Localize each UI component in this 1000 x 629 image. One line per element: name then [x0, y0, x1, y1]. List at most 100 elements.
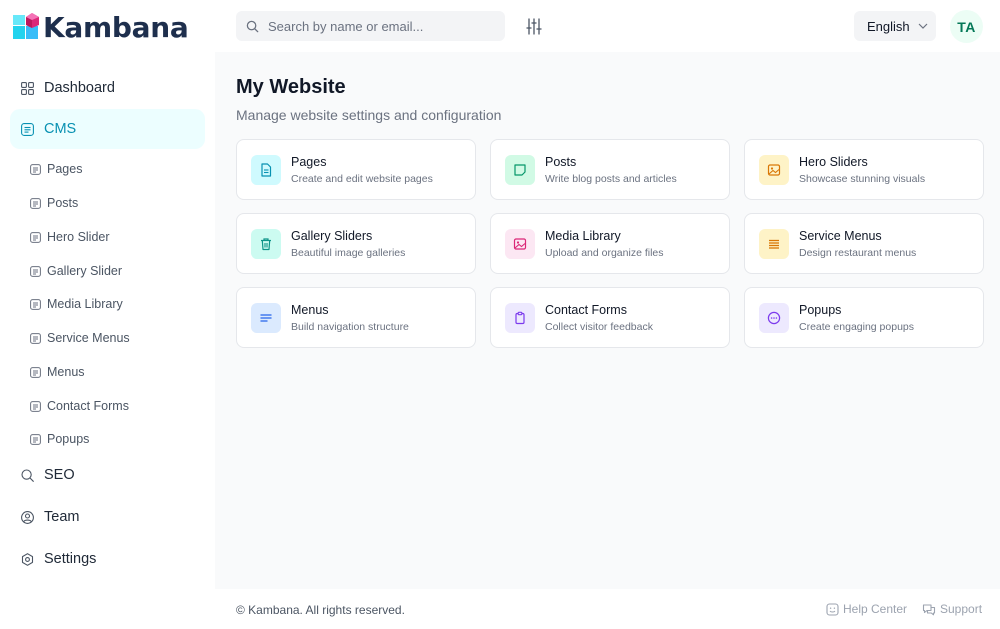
user-circle-icon: [20, 510, 34, 524]
image-icon: [759, 155, 789, 185]
doc-small-icon: [30, 197, 41, 209]
sidebar-subitem-hero-slider[interactable]: Hero Slider: [30, 226, 110, 248]
card-service-menus[interactable]: Service Menus Design restaurant menus: [744, 213, 984, 274]
card-description: Write blog posts and articles: [545, 173, 677, 185]
card-description: Showcase stunning visuals: [799, 173, 926, 185]
sidebar-item-team[interactable]: Team: [10, 497, 205, 537]
sidebar-item-dashboard[interactable]: Dashboard: [10, 68, 205, 108]
sidebar-subitem-popups[interactable]: Popups: [30, 428, 89, 450]
language-select[interactable]: English: [854, 11, 936, 41]
grid-icon: [20, 81, 34, 95]
sidebar-subitem-menus[interactable]: Menus: [30, 361, 85, 383]
chevron-down-icon: [918, 23, 928, 29]
logo-text: Kambana: [43, 11, 189, 44]
sidebar-subitem-label: Media Library: [47, 297, 123, 311]
help-center-link[interactable]: Help Center: [826, 602, 907, 616]
card-description: Build navigation structure: [291, 321, 409, 333]
image-icon: [505, 229, 535, 259]
card-menus[interactable]: Menus Build navigation structure: [236, 287, 476, 348]
sidebar-subitem-gallery-slider[interactable]: Gallery Slider: [30, 260, 122, 282]
menu-lines-icon: [251, 303, 281, 333]
logo-icon: [13, 13, 39, 42]
sliders-icon: [526, 17, 542, 35]
dots-circle-icon: [759, 303, 789, 333]
card-title: Media Library: [545, 229, 621, 243]
footer: © Kambana. All rights reserved. Help Cen…: [215, 589, 1000, 629]
sidebar-item-settings[interactable]: Settings: [10, 539, 205, 579]
sidebar-item-label: Team: [44, 509, 80, 525]
card-description: Beautiful image galleries: [291, 247, 406, 259]
card-hero-sliders[interactable]: Hero Sliders Showcase stunning visuals: [744, 139, 984, 200]
help-icon: [826, 602, 839, 616]
doc-small-icon: [30, 366, 41, 378]
cms-icon: [20, 122, 34, 136]
card-title: Gallery Sliders: [291, 229, 373, 243]
sidebar-item-cms[interactable]: CMS: [10, 109, 205, 149]
sidebar-subitem-label: Contact Forms: [47, 399, 129, 413]
copyright-text: © Kambana. All rights reserved.: [236, 603, 405, 617]
sidebar-subitem-label: Service Menus: [47, 331, 130, 345]
language-label: English: [867, 18, 910, 34]
note-icon: [505, 155, 535, 185]
support-label: Support: [940, 602, 983, 616]
card-description: Design restaurant menus: [799, 247, 917, 259]
sidebar-subitem-service-menus[interactable]: Service Menus: [30, 327, 130, 349]
sidebar-subitem-pages[interactable]: Pages: [30, 158, 82, 180]
doc-small-icon: [30, 298, 41, 310]
search-icon: [246, 20, 259, 33]
doc-small-icon: [30, 163, 41, 175]
list-icon: [759, 229, 789, 259]
gear-icon: [20, 552, 34, 566]
avatar-initials: TA: [957, 18, 976, 35]
sidebar-subitem-posts[interactable]: Posts: [30, 192, 78, 214]
card-posts[interactable]: Posts Write blog posts and articles: [490, 139, 730, 200]
card-pages[interactable]: Pages Create and edit website pages: [236, 139, 476, 200]
document-icon: [251, 155, 281, 185]
trash-icon: [251, 229, 281, 259]
sidebar-subitem-contact-forms[interactable]: Contact Forms: [30, 395, 129, 417]
main-content: My Website Manage website settings and c…: [215, 52, 1000, 589]
card-description: Collect visitor feedback: [545, 321, 653, 333]
card-title: Service Menus: [799, 229, 882, 243]
card-gallery-sliders[interactable]: Gallery Sliders Beautiful image gallerie…: [236, 213, 476, 274]
sidebar-item-label: SEO: [44, 467, 75, 483]
card-title: Contact Forms: [545, 303, 627, 317]
sidebar-subitem-label: Popups: [47, 432, 90, 446]
card-media-library[interactable]: Media Library Upload and organize files: [490, 213, 730, 274]
filter-sliders-button[interactable]: [524, 16, 544, 36]
doc-small-icon: [30, 433, 41, 445]
card-description: Create and edit website pages: [291, 173, 433, 185]
card-description: Upload and organize files: [545, 247, 664, 259]
app-logo[interactable]: Kambana: [13, 11, 189, 44]
card-title: Menus: [291, 303, 329, 317]
sidebar-subitem-label: Hero Slider: [47, 230, 110, 244]
sidebar-item-label: Settings: [44, 551, 97, 567]
sidebar-subitem-label: Gallery Slider: [47, 264, 123, 278]
doc-small-icon: [30, 400, 41, 412]
card-popups[interactable]: Popups Create engaging popups: [744, 287, 984, 348]
card-title: Popups: [799, 303, 842, 317]
sidebar-item-label: Dashboard: [44, 80, 115, 96]
sidebar-subitem-label: Pages: [47, 162, 83, 176]
card-description: Create engaging popups: [799, 321, 915, 333]
sidebar-subitem-media-library[interactable]: Media Library: [30, 293, 123, 315]
card-title: Pages: [291, 155, 327, 169]
doc-small-icon: [30, 265, 41, 277]
page-title: My Website: [236, 76, 346, 98]
card-contact-forms[interactable]: Contact Forms Collect visitor feedback: [490, 287, 730, 348]
sidebar-subitem-label: Posts: [47, 196, 79, 210]
clipboard-icon: [505, 303, 535, 333]
search-box[interactable]: [236, 11, 505, 41]
sidebar-subitem-label: Menus: [47, 365, 85, 379]
sidebar: Dashboard CMS Pages Posts Hero Slider Ga…: [0, 52, 215, 629]
sidebar-item-label: CMS: [44, 121, 77, 137]
page-subtitle: Manage website settings and configuratio…: [236, 107, 502, 123]
user-avatar[interactable]: TA: [950, 10, 983, 43]
sidebar-item-seo[interactable]: SEO: [10, 455, 205, 495]
help-center-label: Help Center: [843, 602, 908, 616]
card-title: Posts: [545, 155, 577, 169]
top-header: Kambana English TA: [0, 0, 1000, 52]
doc-small-icon: [30, 332, 41, 344]
search-input[interactable]: [268, 18, 488, 34]
support-link[interactable]: Support: [922, 602, 982, 616]
